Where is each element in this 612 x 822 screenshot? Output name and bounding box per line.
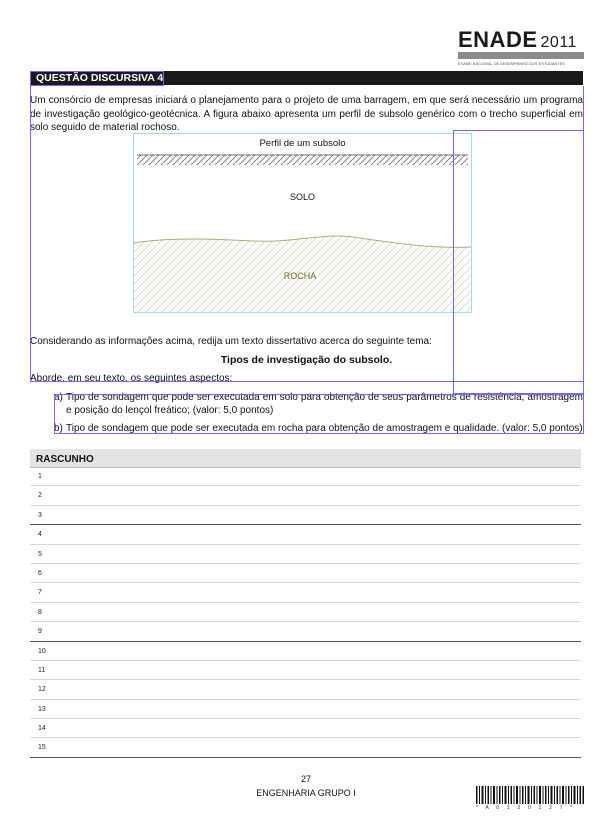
brand-bar <box>458 52 584 59</box>
line-number: 14 <box>38 725 46 733</box>
draft-line[interactable]: 4 <box>30 525 581 545</box>
draft-line[interactable]: 13 <box>30 700 581 720</box>
highlight-box-items <box>453 130 584 394</box>
line-number: 12 <box>38 686 46 694</box>
line-number: 11 <box>38 666 46 674</box>
brand-year: 2011 <box>540 34 577 51</box>
brand-subtitle: EXAME NACIONAL DE DESEMPENHO DOS ESTUDAN… <box>458 62 565 66</box>
draft-line[interactable]: 7 <box>30 583 581 603</box>
draft-line[interactable]: 5 <box>30 545 581 564</box>
page-number: 27 <box>300 774 311 784</box>
draft-line[interactable]: 1 <box>30 467 581 487</box>
line-number: 7 <box>38 589 42 597</box>
draft-line[interactable]: 8 <box>30 603 581 623</box>
line-number: 15 <box>38 744 46 752</box>
line-number: 6 <box>38 569 42 577</box>
line-number: 5 <box>38 550 42 558</box>
draft-line[interactable]: 15 <box>30 738 581 758</box>
brand-name: ENADE <box>458 27 538 52</box>
draft-line[interactable]: 14 <box>30 719 581 739</box>
line-number: 3 <box>38 511 42 519</box>
draft-line[interactable]: 11 <box>30 661 581 681</box>
draft-line[interactable]: 9 <box>30 622 581 642</box>
highlight-box-title <box>30 71 164 86</box>
rascunho-lines: 1 2 3 4 5 6 7 8 9 10 11 12 13 14 15 <box>30 467 581 758</box>
line-number: 13 <box>38 705 46 713</box>
draft-line[interactable]: 3 <box>30 506 581 526</box>
highlight-box-list <box>54 394 584 434</box>
line-number: 8 <box>38 608 42 616</box>
line-number: 1 <box>38 473 42 480</box>
draft-line[interactable]: 2 <box>30 486 581 506</box>
line-number: 2 <box>38 492 42 500</box>
draft-line[interactable]: 12 <box>30 680 581 700</box>
draft-line[interactable]: 6 <box>30 564 581 584</box>
line-number: 4 <box>38 531 42 539</box>
barcode-image <box>476 786 584 804</box>
rascunho-header <box>30 449 581 468</box>
rascunho-title: RASCUNHO <box>36 454 94 465</box>
enade-logo: ENADE 2011 <box>458 27 577 53</box>
draft-line[interactable]: 10 <box>30 642 581 661</box>
barcode-number: * A 0 1 2 0 1 2 7 * <box>476 805 576 811</box>
line-number: 10 <box>38 647 46 655</box>
line-number: 9 <box>38 628 42 636</box>
